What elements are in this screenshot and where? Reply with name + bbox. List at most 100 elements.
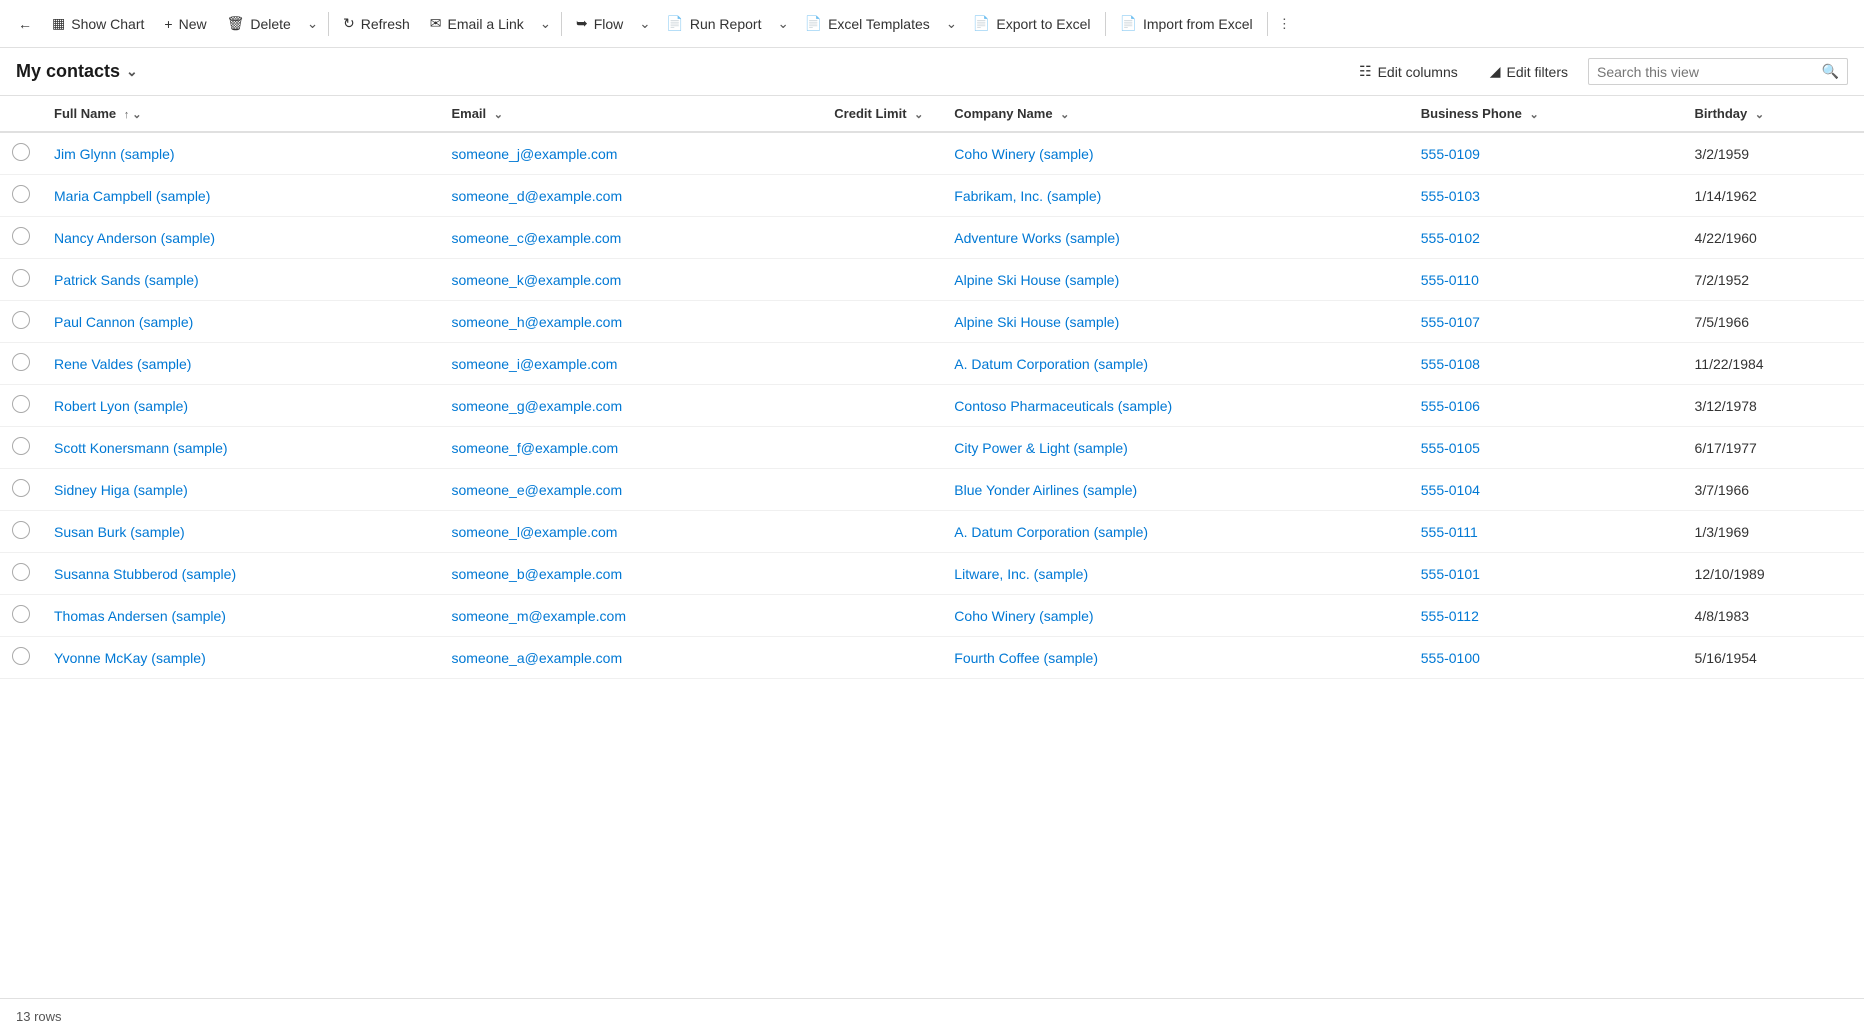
show-chart-button[interactable]: ▦ Show Chart [42, 9, 154, 38]
contact-name-link[interactable]: Susanna Stubberod (sample) [54, 566, 236, 582]
row-checkbox[interactable] [12, 395, 30, 413]
search-box[interactable]: 🔍 [1588, 58, 1848, 85]
row-checkbox[interactable] [12, 227, 30, 245]
contact-company-link[interactable]: Blue Yonder Airlines (sample) [954, 482, 1137, 498]
page-title[interactable]: My contacts ⌄ [16, 61, 138, 82]
contact-company-link[interactable]: Contoso Pharmaceuticals (sample) [954, 398, 1172, 414]
search-input[interactable] [1597, 64, 1822, 80]
contact-phone-link[interactable]: 555-0101 [1421, 566, 1480, 582]
contact-email-link[interactable]: someone_f@example.com [451, 440, 618, 456]
contact-name-link[interactable]: Yvonne McKay (sample) [54, 650, 206, 666]
flow-button[interactable]: ➥ Flow [566, 9, 633, 38]
contact-name-link[interactable]: Rene Valdes (sample) [54, 356, 191, 372]
run-report-chevron[interactable]: ⌄ [771, 10, 794, 38]
contact-company-link[interactable]: Fourth Coffee (sample) [954, 650, 1098, 666]
col-header-fullname[interactable]: Full Name ↑ ⌄ [42, 96, 439, 132]
row-checkbox[interactable] [12, 353, 30, 371]
email-chevron[interactable]: ⌄ [534, 10, 557, 38]
contact-phone-link[interactable]: 555-0104 [1421, 482, 1480, 498]
contact-email-link[interactable]: someone_d@example.com [451, 188, 622, 204]
row-checkbox[interactable] [12, 143, 30, 161]
contact-company-link[interactable]: Alpine Ski House (sample) [954, 314, 1119, 330]
contact-name-link[interactable]: Susan Burk (sample) [54, 524, 185, 540]
contact-email-link[interactable]: someone_m@example.com [451, 608, 626, 624]
contact-phone-link[interactable]: 555-0111 [1421, 524, 1478, 540]
main-toolbar: ← ▦ Show Chart + New 🗑 Delete ⌄ ↻ Refres… [0, 0, 1864, 48]
export-excel-button[interactable]: 📄 Export to Excel [963, 9, 1101, 38]
refresh-button[interactable]: ↻ Refresh [333, 9, 420, 38]
table-row: Scott Konersmann (sample) someone_f@examp… [0, 427, 1864, 469]
contact-name-link[interactable]: Paul Cannon (sample) [54, 314, 193, 330]
flow-chevron[interactable]: ⌄ [633, 10, 656, 38]
more-options-button[interactable]: ⋮ [1272, 10, 1297, 38]
contact-company-link[interactable]: A. Datum Corporation (sample) [954, 524, 1148, 540]
row-checkbox[interactable] [12, 437, 30, 455]
excel-templates-chevron[interactable]: ⌄ [940, 10, 963, 38]
row-checkbox[interactable] [12, 311, 30, 329]
back-button[interactable]: ← [8, 10, 42, 38]
row-checkbox[interactable] [12, 605, 30, 623]
contact-company-link[interactable]: Litware, Inc. (sample) [954, 566, 1088, 582]
contact-phone-link[interactable]: 555-0108 [1421, 356, 1480, 372]
contact-email-link[interactable]: someone_l@example.com [451, 524, 617, 540]
col-header-email[interactable]: Email ⌄ [439, 96, 822, 132]
contact-name-link[interactable]: Nancy Anderson (sample) [54, 230, 215, 246]
row-checkbox[interactable] [12, 647, 30, 665]
edit-columns-button[interactable]: ☷ Edit columns [1347, 57, 1470, 86]
contact-phone-link[interactable]: 555-0105 [1421, 440, 1480, 456]
contact-email-link[interactable]: someone_g@example.com [451, 398, 622, 414]
contact-name-link[interactable]: Maria Campbell (sample) [54, 188, 210, 204]
row-checkbox[interactable] [12, 563, 30, 581]
contact-name-link[interactable]: Patrick Sands (sample) [54, 272, 199, 288]
contact-company-link[interactable]: Coho Winery (sample) [954, 608, 1093, 624]
contact-email-link[interactable]: someone_j@example.com [451, 146, 617, 162]
row-checkbox[interactable] [12, 521, 30, 539]
col-header-credit-limit[interactable]: Credit Limit ⌄ [822, 96, 942, 132]
contact-phone-link[interactable]: 555-0109 [1421, 146, 1480, 162]
contact-name-link[interactable]: Sidney Higa (sample) [54, 482, 188, 498]
email-link-button[interactable]: ✉ Email a Link [420, 9, 534, 38]
contact-name-link[interactable]: Robert Lyon (sample) [54, 398, 188, 414]
contact-phone-link[interactable]: 555-0103 [1421, 188, 1480, 204]
contact-name-link[interactable]: Thomas Andersen (sample) [54, 608, 226, 624]
contact-name-link[interactable]: Jim Glynn (sample) [54, 146, 175, 162]
import-excel-button[interactable]: 📄 Import from Excel [1110, 9, 1263, 38]
contact-company-link[interactable]: Alpine Ski House (sample) [954, 272, 1119, 288]
contact-company-link[interactable]: Adventure Works (sample) [954, 230, 1119, 246]
contact-email-link[interactable]: someone_c@example.com [451, 230, 621, 246]
contact-birthday: 5/16/1954 [1683, 637, 1864, 679]
contact-email-link[interactable]: someone_e@example.com [451, 482, 622, 498]
contact-credit-limit [822, 259, 942, 301]
contact-email-link[interactable]: someone_b@example.com [451, 566, 622, 582]
contact-phone-link[interactable]: 555-0106 [1421, 398, 1480, 414]
contact-company-link[interactable]: City Power & Light (sample) [954, 440, 1128, 456]
delete-chevron[interactable]: ⌄ [301, 10, 324, 38]
row-checkbox[interactable] [12, 479, 30, 497]
edit-filters-button[interactable]: ◢ Edit filters [1478, 57, 1580, 86]
run-report-button[interactable]: 📄 Run Report [656, 9, 771, 38]
contact-phone-link[interactable]: 555-0110 [1421, 272, 1479, 288]
contact-phone-link[interactable]: 555-0102 [1421, 230, 1480, 246]
contact-name-link[interactable]: Scott Konersmann (sample) [54, 440, 228, 456]
col-header-birthday[interactable]: Birthday ⌄ [1683, 96, 1864, 132]
delete-button[interactable]: 🗑 Delete [217, 9, 301, 38]
new-button[interactable]: + New [154, 10, 216, 38]
col-header-company-name[interactable]: Company Name ⌄ [942, 96, 1408, 132]
contact-email-link[interactable]: someone_i@example.com [451, 356, 617, 372]
row-checkbox[interactable] [12, 185, 30, 203]
contact-phone-link[interactable]: 555-0107 [1421, 314, 1480, 330]
contact-credit-limit [822, 343, 942, 385]
contact-email-link[interactable]: someone_k@example.com [451, 272, 621, 288]
select-all-header[interactable] [0, 96, 42, 132]
row-checkbox[interactable] [12, 269, 30, 287]
contact-credit-limit [822, 301, 942, 343]
contact-company-link[interactable]: A. Datum Corporation (sample) [954, 356, 1148, 372]
contact-company-link[interactable]: Coho Winery (sample) [954, 146, 1093, 162]
contact-email-link[interactable]: someone_h@example.com [451, 314, 622, 330]
contact-company-link[interactable]: Fabrikam, Inc. (sample) [954, 188, 1101, 204]
contact-phone-link[interactable]: 555-0112 [1421, 608, 1479, 624]
col-header-business-phone[interactable]: Business Phone ⌄ [1409, 96, 1683, 132]
contact-phone-link[interactable]: 555-0100 [1421, 650, 1480, 666]
excel-templates-button[interactable]: 📄 Excel Templates [795, 9, 940, 38]
contact-email-link[interactable]: someone_a@example.com [451, 650, 622, 666]
